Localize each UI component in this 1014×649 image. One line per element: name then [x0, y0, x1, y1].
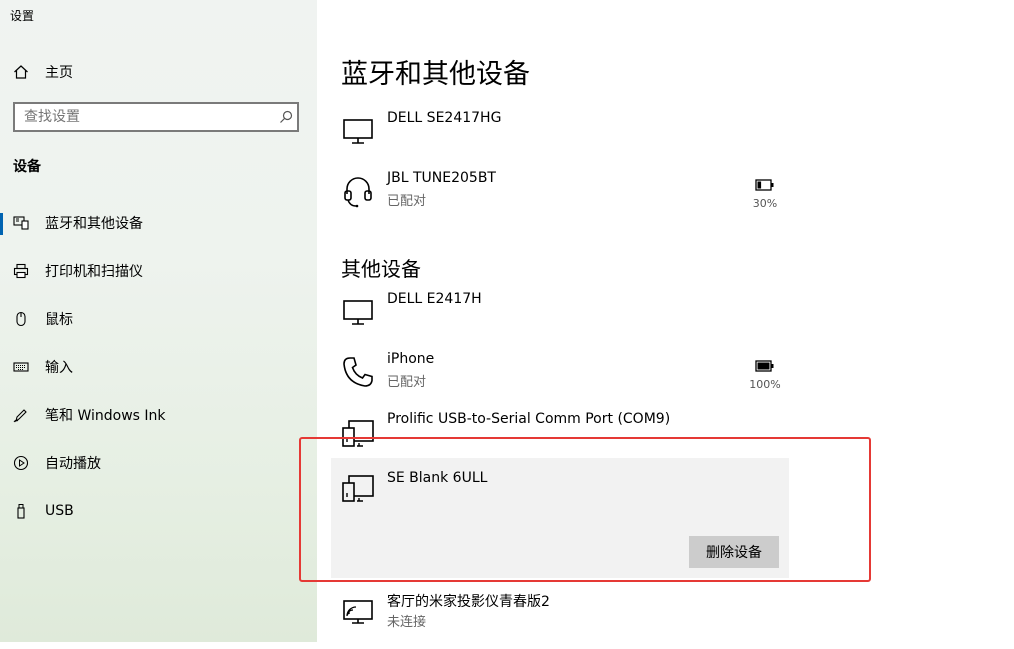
pen-icon	[13, 407, 29, 423]
device-name: SE Blank 6ULL	[387, 470, 488, 486]
battery-icon	[755, 179, 774, 191]
sidebar-item-label: 鼠标	[45, 312, 73, 328]
sidebar-item-pen[interactable]: 笔和 Windows Ink	[0, 395, 317, 435]
home-icon	[13, 64, 29, 80]
sidebar-item-label: 自动播放	[45, 456, 101, 472]
generic-device-icon	[341, 415, 375, 449]
sidebar: 设置 主页 设备 蓝牙和其他设备 打印机和扫描仪 鼠标 输入	[0, 0, 317, 642]
device-status: 已配对	[387, 194, 427, 209]
section-label: 设备	[13, 159, 41, 175]
battery-percent: 100%	[749, 378, 781, 391]
device-name: DELL E2417H	[387, 291, 482, 307]
other-devices-heading: 其他设备	[341, 257, 421, 281]
window-title: 设置	[10, 9, 35, 23]
search-input[interactable]	[15, 104, 275, 130]
sidebar-item-usb[interactable]: USB	[0, 491, 317, 531]
device-item[interactable]: DELL SE2417HG	[331, 108, 789, 168]
device-name: 客厅的米家投影仪青春版2	[387, 594, 550, 610]
device-item[interactable]: iPhone 已配对 100%	[331, 349, 789, 409]
sidebar-item-label: 打印机和扫描仪	[45, 264, 143, 280]
remove-device-button[interactable]: 删除设备	[689, 536, 779, 568]
sidebar-item-mouse[interactable]: 鼠标	[0, 299, 317, 339]
sidebar-item-label: USB	[45, 503, 74, 519]
printer-icon	[13, 263, 29, 279]
battery-percent: 30%	[752, 197, 778, 210]
sidebar-item-label: 输入	[45, 360, 73, 376]
phone-icon	[341, 355, 375, 389]
device-status: 已配对	[387, 375, 427, 390]
keyboard-icon	[13, 359, 29, 375]
device-item[interactable]: DELL E2417H	[331, 289, 789, 349]
sidebar-item-typing[interactable]: 输入	[0, 347, 317, 387]
battery-indicator: 100%	[745, 357, 785, 391]
bluetooth-devices-icon	[13, 215, 29, 231]
search-box[interactable]	[13, 102, 299, 132]
device-status: 未连接	[387, 615, 427, 630]
sidebar-item-bluetooth[interactable]: 蓝牙和其他设备	[0, 203, 317, 243]
device-name: iPhone	[387, 351, 435, 367]
sidebar-item-autoplay[interactable]: 自动播放	[0, 443, 317, 483]
wireless-display-icon	[341, 595, 375, 629]
sidebar-item-label: 笔和 Windows Ink	[45, 408, 166, 424]
monitor-icon	[341, 114, 375, 148]
device-name: JBL TUNE205BT	[387, 170, 496, 186]
sidebar-item-label: 蓝牙和其他设备	[45, 216, 143, 232]
autoplay-icon	[13, 455, 29, 471]
generic-device-icon	[341, 470, 375, 504]
headset-icon	[341, 174, 375, 208]
device-item[interactable]: 客厅的米家投影仪青春版2 未连接	[331, 589, 789, 649]
battery-icon	[755, 360, 774, 372]
sidebar-item-printers[interactable]: 打印机和扫描仪	[0, 251, 317, 291]
device-item-selected[interactable]: SE Blank 6ULL 删除设备	[331, 458, 789, 578]
device-name: DELL SE2417HG	[387, 110, 502, 126]
device-name: Prolific USB-to-Serial Comm Port (COM9)	[387, 411, 671, 427]
mouse-icon	[13, 311, 29, 327]
device-item[interactable]: JBL TUNE205BT 已配对 30%	[331, 168, 789, 228]
main-content: 蓝牙和其他设备 DELL SE2417HG JBL TUNE205BT 已配对 …	[317, 0, 1014, 642]
page-title: 蓝牙和其他设备	[341, 59, 530, 90]
sidebar-item-label: 主页	[45, 65, 73, 81]
search-icon[interactable]	[275, 110, 297, 124]
battery-indicator: 30%	[745, 176, 785, 210]
monitor-icon	[341, 295, 375, 329]
usb-icon	[13, 503, 29, 519]
sidebar-item-home[interactable]: 主页	[0, 52, 317, 92]
